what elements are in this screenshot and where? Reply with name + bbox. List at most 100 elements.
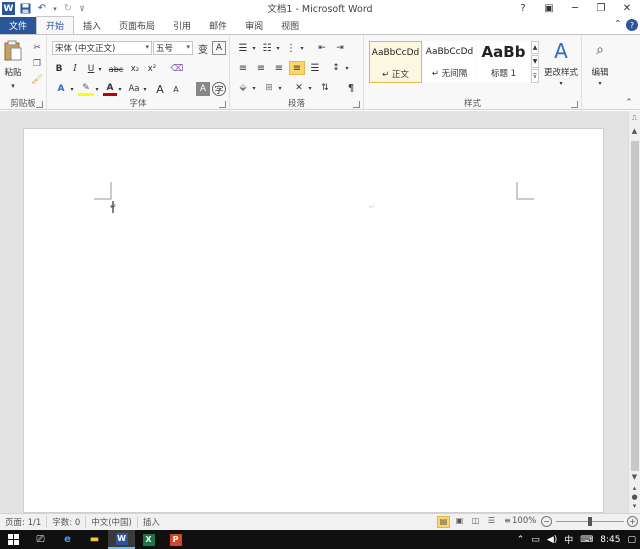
- copy-icon[interactable]: ❐: [30, 57, 44, 70]
- underline-button[interactable]: U: [85, 62, 97, 76]
- zoom-out-icon[interactable]: −: [541, 516, 552, 527]
- shading-icon[interactable]: ⬙: [235, 81, 251, 95]
- tray-chevron-icon[interactable]: ⌃: [517, 535, 525, 545]
- bold-button[interactable]: B: [53, 62, 65, 76]
- format-painter-icon[interactable]: 🖌: [30, 73, 44, 86]
- taskbar-word[interactable]: W: [108, 530, 135, 549]
- borders-icon[interactable]: ⊞: [261, 81, 277, 95]
- wen-icon[interactable]: 变: [196, 41, 210, 56]
- ime-indicator[interactable]: 中: [564, 533, 573, 546]
- edge-icon[interactable]: e: [54, 530, 81, 549]
- chinese-layout-icon[interactable]: ✕: [291, 81, 307, 95]
- style-normal[interactable]: AaBbCcDd ↵ 正文: [369, 41, 422, 83]
- text-effects-icon[interactable]: A: [53, 82, 69, 96]
- enclose-char-icon[interactable]: 字: [212, 82, 226, 96]
- start-button[interactable]: [0, 530, 27, 549]
- editing-button[interactable]: 编辑: [584, 66, 616, 78]
- ribbon-display-icon[interactable]: ▣: [536, 0, 562, 17]
- bullets-dropdown-icon[interactable]: ▾: [251, 41, 257, 55]
- justify-icon[interactable]: ≡: [289, 61, 305, 75]
- change-styles-icon[interactable]: A: [547, 39, 575, 63]
- customize-qat-icon[interactable]: ⊽: [78, 2, 86, 16]
- chinese-layout-dropdown-icon[interactable]: ▾: [307, 81, 313, 95]
- change-case-button[interactable]: Aa: [126, 82, 142, 96]
- clock[interactable]: 8:45: [600, 535, 620, 545]
- decrease-indent-icon[interactable]: ⇤: [314, 41, 330, 55]
- styles-more-icon[interactable]: ⊽: [531, 69, 539, 83]
- underline-dropdown-icon[interactable]: ▾: [97, 62, 103, 76]
- borders-dropdown-icon[interactable]: ▾: [277, 81, 283, 95]
- undo-icon[interactable]: ↶: [35, 2, 49, 16]
- zoom-level[interactable]: 100%: [512, 516, 536, 526]
- paste-icon[interactable]: [3, 39, 23, 63]
- outline-view-icon[interactable]: ☰: [485, 516, 498, 528]
- taskbar-excel[interactable]: X: [135, 530, 162, 549]
- increase-indent-icon[interactable]: ⇥: [332, 41, 348, 55]
- redo-icon[interactable]: ↻: [61, 2, 75, 16]
- align-center-icon[interactable]: ≡: [253, 61, 269, 75]
- grow-font-button[interactable]: A: [153, 82, 167, 96]
- style-heading-1[interactable]: AaBb 标题 1: [477, 41, 530, 83]
- tab-insert[interactable]: 插入: [74, 17, 110, 34]
- minimize-button[interactable]: ─: [562, 0, 588, 17]
- paste-button[interactable]: 粘贴: [1, 66, 25, 78]
- char-border-icon[interactable]: A: [212, 41, 226, 55]
- font-color-icon[interactable]: A: [103, 82, 117, 96]
- binoculars-icon[interactable]: ⌕: [590, 40, 610, 60]
- font-size-combo[interactable]: 五号 ▾: [153, 41, 193, 55]
- clear-formatting-icon[interactable]: ⌫: [169, 62, 185, 76]
- change-styles-button[interactable]: 更改样式: [540, 66, 582, 78]
- distributed-icon[interactable]: ☰: [307, 61, 323, 75]
- line-spacing-icon[interactable]: ↕: [328, 61, 344, 75]
- editing-dropdown-icon[interactable]: ▾: [593, 78, 607, 88]
- tab-mailings[interactable]: 邮件: [200, 17, 236, 34]
- print-layout-view-icon[interactable]: ▤: [437, 516, 450, 528]
- show-marks-icon[interactable]: ¶: [343, 81, 359, 95]
- scroll-up-icon[interactable]: ▲: [630, 127, 639, 136]
- word-app-icon[interactable]: W: [2, 2, 15, 15]
- task-view-icon[interactable]: ⎚: [27, 530, 54, 549]
- scroll-down-icon[interactable]: ▼: [630, 473, 639, 482]
- tab-page-layout[interactable]: 页面布局: [110, 17, 164, 34]
- network-icon[interactable]: ▭: [531, 535, 540, 545]
- language-indicator[interactable]: 中文(中国): [86, 516, 138, 528]
- full-screen-view-icon[interactable]: ▣: [453, 516, 466, 528]
- next-page-icon[interactable]: ▾: [630, 502, 639, 511]
- font-color-dropdown-icon[interactable]: ▾: [117, 82, 123, 96]
- taskbar-powerpoint[interactable]: P: [162, 530, 189, 549]
- numbering-icon[interactable]: ☷: [259, 41, 275, 55]
- undo-dropdown-icon[interactable]: ▾: [52, 2, 58, 16]
- text-effects-dropdown-icon[interactable]: ▾: [69, 82, 75, 96]
- strikethrough-button[interactable]: abc: [107, 62, 125, 76]
- ruler-toggle-icon[interactable]: ⎍: [630, 114, 639, 123]
- styles-scroll-down-icon[interactable]: ▼: [531, 55, 539, 68]
- align-left-icon[interactable]: ≡: [235, 61, 251, 75]
- file-explorer-icon[interactable]: ▬: [81, 530, 108, 549]
- styles-scroll-up-icon[interactable]: ▲: [531, 41, 539, 54]
- close-button[interactable]: ✕: [614, 0, 640, 17]
- clipboard-launcher-icon[interactable]: [36, 101, 43, 108]
- web-layout-view-icon[interactable]: ◫: [469, 516, 482, 528]
- multilevel-list-icon[interactable]: ⋮: [283, 41, 299, 55]
- tab-view[interactable]: 视图: [272, 17, 308, 34]
- tab-review[interactable]: 审阅: [236, 17, 272, 34]
- save-icon[interactable]: [18, 2, 32, 16]
- page-count[interactable]: 页面: 1/1: [0, 516, 48, 528]
- browse-object-icon[interactable]: ●: [630, 493, 639, 502]
- shrink-font-button[interactable]: A: [169, 82, 183, 96]
- styles-launcher-icon[interactable]: [571, 101, 578, 108]
- cut-icon[interactable]: ✂: [30, 41, 44, 54]
- paragraph-launcher-icon[interactable]: [353, 101, 360, 108]
- font-launcher-icon[interactable]: [219, 101, 226, 108]
- help-window-icon[interactable]: ?: [510, 0, 536, 17]
- zoom-in-icon[interactable]: +: [627, 516, 638, 527]
- highlight-icon[interactable]: ✎: [78, 82, 94, 96]
- superscript-button[interactable]: x²: [145, 62, 159, 76]
- vertical-scrollbar[interactable]: ⎍ ▲ ▼ ▴ ● ▾: [628, 111, 640, 513]
- subscript-button[interactable]: x₂: [128, 62, 142, 76]
- style-no-spacing[interactable]: AaBbCcDd ↵ 无间隔: [423, 41, 476, 83]
- char-shading-button[interactable]: A: [196, 82, 210, 96]
- tab-file[interactable]: 文件: [0, 17, 36, 34]
- italic-button[interactable]: I: [69, 62, 81, 76]
- paste-dropdown-icon[interactable]: ▾: [6, 81, 20, 91]
